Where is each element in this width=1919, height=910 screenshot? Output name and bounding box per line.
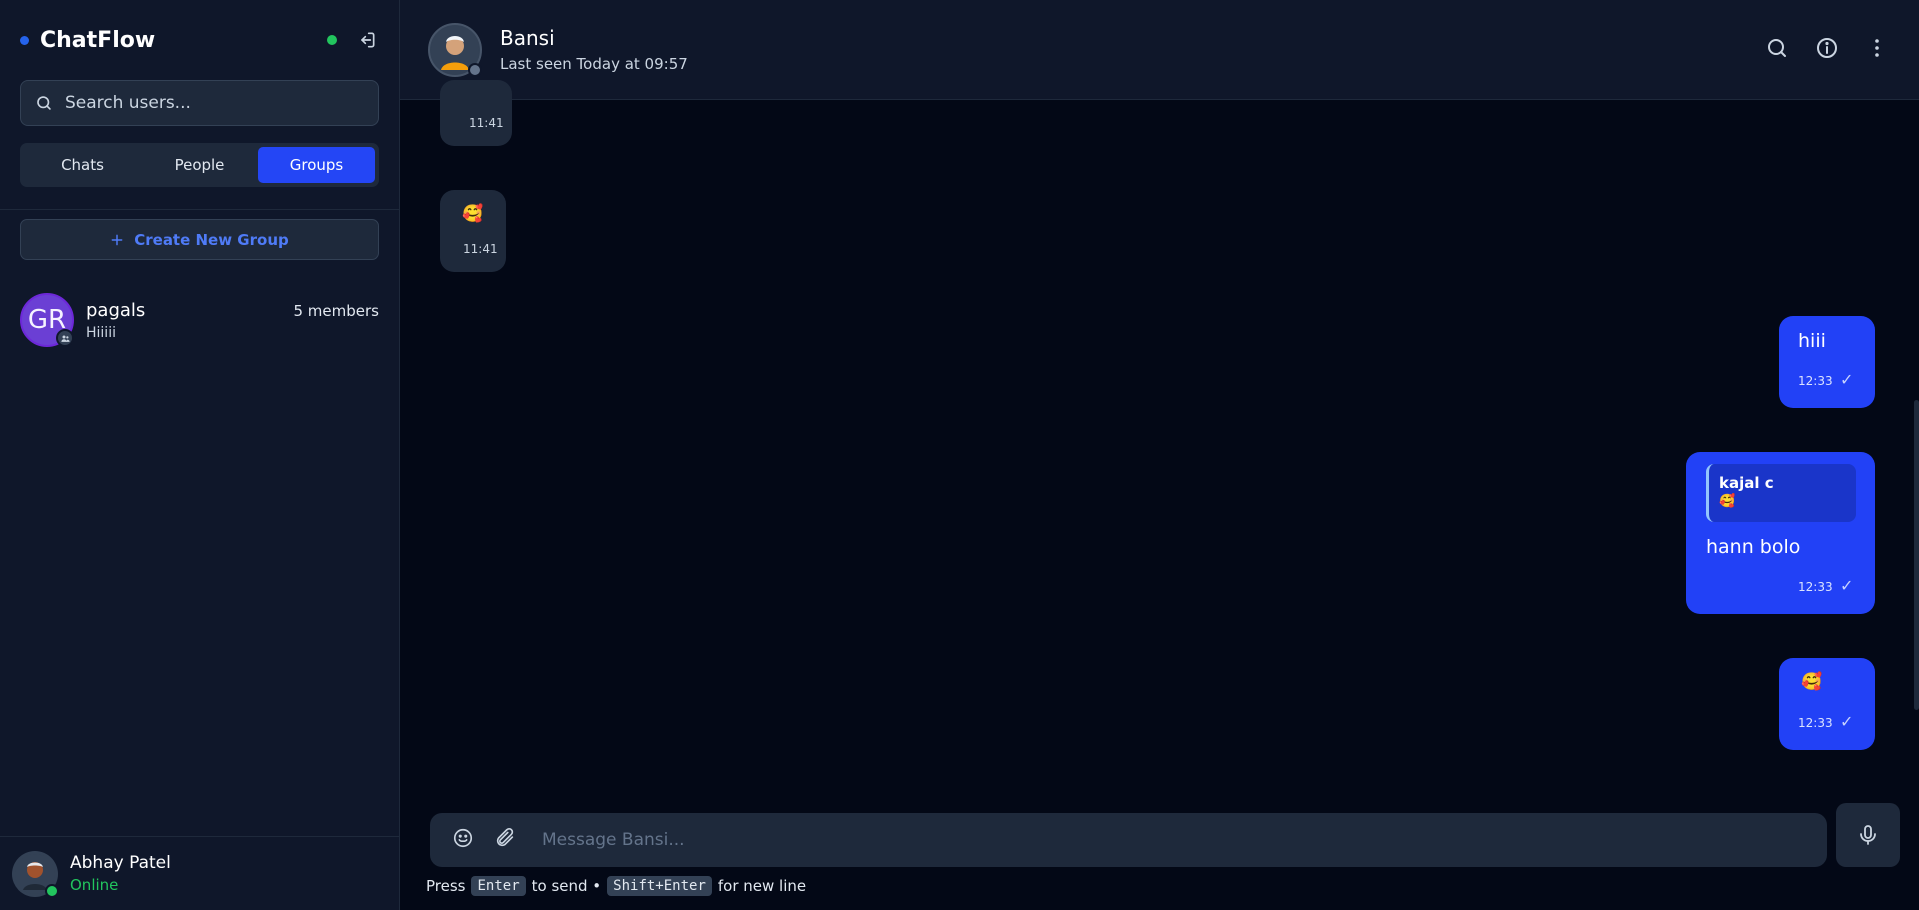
mic-button[interactable] [1836, 803, 1900, 867]
connection-status-icon [327, 35, 337, 45]
search-icon[interactable] [1765, 36, 1789, 64]
plus-icon [111, 234, 123, 245]
brand-actions [327, 28, 379, 52]
message-time: 12:33 [1798, 580, 1833, 594]
scrollbar[interactable] [1914, 400, 1919, 710]
attach-icon[interactable] [494, 827, 516, 853]
contact-info: Bansi Last seen Today at 09:57 [500, 26, 688, 73]
message-time: 11:41 [469, 116, 504, 130]
sidebar: ChatFlow Chats People Groups Create New … [0, 0, 400, 910]
online-status-icon [45, 883, 59, 898]
tab-groups[interactable]: Groups [258, 147, 375, 183]
group-top-row: pagals 5 members [86, 300, 379, 321]
group-badge-icon [56, 329, 74, 347]
current-user-panel[interactable]: Abhay Patel Online [0, 836, 399, 910]
chat-header: Bansi Last seen Today at 09:57 [400, 0, 1919, 100]
message-text: hiii [1798, 330, 1826, 352]
hint-key-enter: Enter [471, 876, 526, 896]
logout-icon[interactable] [355, 28, 379, 52]
chat-area: Bansi Last seen Today at 09:57 11:41 🥰 1… [400, 0, 1919, 910]
sent-check-icon: ✓ [1840, 712, 1854, 731]
message-time: 11:41 [463, 242, 498, 256]
group-last-message: Hiiiii [86, 325, 116, 341]
group-members: 5 members [293, 301, 380, 320]
message-emoji: 🥰 [462, 204, 484, 224]
app: ChatFlow Chats People Groups Create New … [0, 0, 1919, 910]
create-group-button[interactable]: Create New Group [20, 219, 379, 260]
sent-check-icon: ✓ [1840, 576, 1854, 595]
more-options-icon[interactable] [1865, 36, 1889, 64]
brand-dot-icon [20, 35, 29, 45]
group-name: pagals [86, 300, 146, 321]
group-info: pagals 5 members Hiiiii [86, 293, 379, 341]
hint-press: Press [426, 877, 466, 895]
composer-hint: Press Enter to send • Shift+Enter for ne… [426, 876, 806, 896]
reply-author: kajal c [1719, 474, 1774, 492]
contact-last-seen: Last seen Today at 09:57 [500, 55, 688, 73]
message-bubble-outgoing[interactable]: kajal c 🥰 hann bolo 12:33 ✓ [1686, 452, 1875, 614]
group-avatar: GR [20, 293, 74, 347]
app-title: ChatFlow [40, 27, 156, 53]
tab-people[interactable]: People [141, 147, 258, 183]
message-input[interactable] [542, 830, 1742, 850]
hint-newline: for new line [717, 877, 807, 895]
current-user-status: Online [70, 876, 119, 894]
message-bubble-outgoing[interactable]: 🥰 12:33 ✓ [1779, 658, 1875, 750]
contact-name: Bansi [500, 26, 555, 50]
group-list-item[interactable]: GR pagals 5 members Hiiiii [0, 293, 399, 349]
header-actions [1765, 36, 1889, 64]
message-list: 11:41 🥰 11:41 hiii 12:33 ✓ kajal c 🥰 han… [400, 80, 1919, 800]
message-emoji: 🥰 [1801, 672, 1823, 692]
current-user-name: Abhay Patel [70, 853, 171, 873]
hint-send: to send • [531, 877, 602, 895]
message-bubble-incoming[interactable]: 11:41 [440, 80, 512, 146]
message-bubble-incoming[interactable]: 🥰 11:41 [440, 190, 506, 272]
reply-emoji: 🥰 [1719, 494, 1736, 509]
message-text: hann bolo [1706, 536, 1801, 558]
message-time: 12:33 [1798, 374, 1833, 388]
microphone-icon [1860, 825, 1876, 845]
current-user-info: Abhay Patel Online [70, 853, 171, 894]
message-bubble-outgoing[interactable]: hiii 12:33 ✓ [1779, 316, 1875, 408]
info-icon[interactable] [1815, 36, 1839, 64]
contact-avatar[interactable] [428, 22, 482, 77]
contact-status-icon [468, 62, 482, 77]
tabs: Chats People Groups [20, 143, 379, 187]
search-input[interactable] [64, 93, 364, 113]
tab-chats[interactable]: Chats [24, 147, 141, 183]
message-composer [430, 813, 1827, 867]
search-icon [37, 96, 51, 110]
message-time: 12:33 [1798, 716, 1833, 730]
divider [0, 209, 399, 210]
brand-row: ChatFlow [0, 0, 399, 80]
emoji-icon[interactable] [452, 827, 474, 853]
avatar [12, 850, 59, 898]
reply-preview[interactable]: kajal c 🥰 [1706, 464, 1856, 522]
search-box[interactable] [20, 80, 379, 126]
sent-check-icon: ✓ [1840, 370, 1854, 389]
hint-key-shift-enter: Shift+Enter [607, 876, 712, 896]
create-group-label: Create New Group [134, 230, 289, 249]
